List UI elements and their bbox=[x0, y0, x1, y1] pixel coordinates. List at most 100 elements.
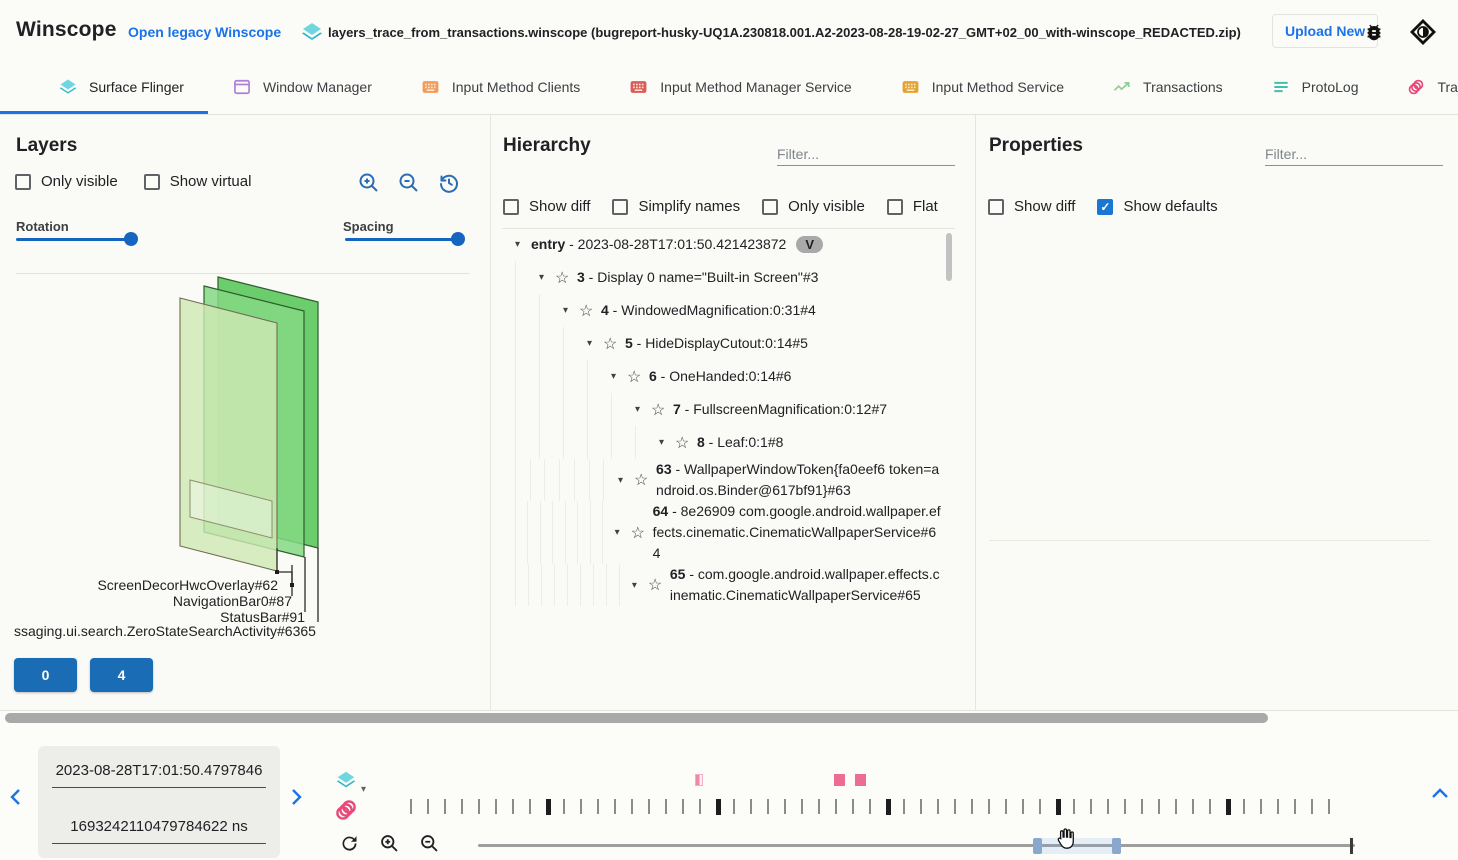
layers-nav-button-4[interactable]: 4 bbox=[90, 658, 153, 692]
tree-row[interactable]: ▾☆3 - Display 0 name="Built-in Screen"#3 bbox=[490, 261, 957, 294]
hierarchy-filter-input[interactable] bbox=[777, 143, 955, 166]
checkbox-show-defaults[interactable]: ✓Show defaults bbox=[1097, 198, 1217, 215]
properties-filter-input[interactable] bbox=[1265, 143, 1443, 166]
rotation-slider[interactable] bbox=[16, 232, 138, 246]
refresh-icon[interactable] bbox=[339, 833, 360, 859]
tree-row[interactable]: ▾entry - 2023-08-28T17:01:50.421423872V bbox=[490, 228, 957, 261]
transition-marker[interactable] bbox=[695, 774, 703, 786]
zoom-in-icon[interactable] bbox=[357, 171, 381, 200]
timeline-zoom-in-icon[interactable] bbox=[379, 833, 400, 859]
indent-guide bbox=[580, 564, 593, 606]
checkbox-show-diff[interactable]: Show diff bbox=[988, 198, 1075, 215]
next-entry-chevron-icon[interactable] bbox=[288, 787, 304, 812]
timeline-bar: 2023-08-28T17:01:50.4797846 169324211047… bbox=[0, 710, 1458, 860]
tree-row[interactable]: ▾☆64 - 8e26909 com.google.android.wallpa… bbox=[490, 501, 957, 564]
pin-star-icon[interactable]: ☆ bbox=[634, 470, 656, 490]
date-time-field[interactable]: 2023-08-28T17:01:50.4797846 bbox=[52, 762, 266, 788]
ruler-tick bbox=[512, 799, 514, 814]
tab-window-manager[interactable]: Window Manager bbox=[208, 62, 396, 114]
collapse-arrow-icon[interactable]: ▾ bbox=[515, 239, 531, 250]
indent-guide bbox=[515, 426, 539, 459]
expand-timeline-chevron-icon[interactable] bbox=[1430, 787, 1450, 806]
tab-input-method-clients[interactable]: Input Method Clients bbox=[396, 62, 604, 114]
pin-star-icon[interactable]: ☆ bbox=[631, 523, 653, 543]
pin-star-icon[interactable]: ☆ bbox=[603, 334, 625, 354]
layer-label[interactable]: ssaging.ui.search.ZeroStateSearchActivit… bbox=[14, 624, 316, 638]
indent-guide bbox=[602, 501, 614, 564]
checkbox-only-visible[interactable]: Only visible bbox=[15, 173, 118, 190]
pin-star-icon[interactable]: ☆ bbox=[648, 575, 670, 595]
collapse-arrow-icon[interactable]: ▾ bbox=[563, 305, 579, 316]
collapse-arrow-icon[interactable]: ▾ bbox=[539, 272, 555, 283]
selection-handle-left[interactable] bbox=[1033, 838, 1042, 854]
pin-star-icon[interactable]: ☆ bbox=[555, 268, 577, 288]
tab-input-method-manager-service[interactable]: Input Method Manager Service bbox=[604, 62, 875, 114]
tree-row[interactable]: ▾☆4 - WindowedMagnification:0:31#4 bbox=[490, 294, 957, 327]
dark-mode-toggle-icon[interactable] bbox=[1410, 19, 1436, 50]
transitions-trace-icon[interactable] bbox=[333, 797, 359, 828]
collapse-arrow-icon[interactable]: ▾ bbox=[611, 371, 627, 382]
ruler-tick bbox=[988, 799, 990, 814]
tree-node-label: 7 - FullscreenMagnification:0:12#7 bbox=[673, 399, 887, 420]
tab-surface-flinger[interactable]: Surface Flinger bbox=[0, 62, 208, 114]
collapse-arrow-icon[interactable]: ▾ bbox=[632, 580, 648, 591]
tree-row[interactable]: ▾☆7 - FullscreenMagnification:0:12#7 bbox=[490, 393, 957, 426]
selection-handle-right[interactable] bbox=[1112, 838, 1121, 854]
ruler-tick bbox=[1294, 799, 1296, 814]
ruler-tick bbox=[682, 799, 684, 814]
collapse-arrow-icon[interactable]: ▾ bbox=[587, 338, 603, 349]
tab-transitions[interactable]: Transitions bbox=[1382, 62, 1458, 114]
surface-flinger-trace-icon[interactable] bbox=[335, 769, 357, 796]
checkbox-simplify-names[interactable]: Simplify names bbox=[612, 198, 740, 215]
checkbox-show-virtual[interactable]: Show virtual bbox=[144, 173, 252, 190]
ruler-tick bbox=[1158, 799, 1160, 814]
checkbox-show-diff[interactable]: Show diff bbox=[503, 198, 590, 215]
indent-guide bbox=[539, 294, 563, 327]
tab-transactions[interactable]: Transactions bbox=[1088, 62, 1247, 114]
collapse-arrow-icon[interactable]: ▾ bbox=[635, 404, 651, 415]
transition-marker[interactable] bbox=[855, 774, 866, 786]
tree-row[interactable]: ▾☆8 - Leaf:0:1#8 bbox=[490, 426, 957, 459]
tree-row[interactable]: ▾☆6 - OneHanded:0:14#6 bbox=[490, 360, 957, 393]
ruler-tick bbox=[1073, 799, 1075, 814]
reset-view-icon[interactable] bbox=[437, 171, 461, 200]
checkbox-only-visible[interactable]: Only visible bbox=[762, 198, 865, 215]
tree-row[interactable]: ▾☆65 - com.google.android.wallpaper.effe… bbox=[490, 564, 957, 606]
layer-label[interactable]: StatusBar#91 bbox=[0, 610, 305, 624]
pin-star-icon[interactable]: ☆ bbox=[675, 433, 697, 453]
collapse-arrow-icon[interactable]: ▾ bbox=[618, 475, 634, 486]
transitions-icon bbox=[1406, 77, 1426, 97]
open-legacy-link[interactable]: Open legacy Winscope bbox=[128, 24, 281, 40]
tree-node-label: 5 - HideDisplayCutout:0:14#5 bbox=[625, 333, 808, 354]
trace-selector-caret-icon[interactable]: ▾ bbox=[361, 784, 366, 795]
horizontal-scrollbar[interactable] bbox=[5, 713, 1268, 723]
tab-input-method-service[interactable]: Input Method Service bbox=[876, 62, 1088, 114]
layer-label[interactable]: ScreenDecorHwcOverlay#62 bbox=[0, 578, 278, 592]
pin-star-icon[interactable]: ☆ bbox=[627, 367, 649, 387]
ns-time-field[interactable]: 1693242110479784622 ns bbox=[52, 818, 266, 844]
collapse-arrow-icon[interactable]: ▾ bbox=[659, 437, 675, 448]
tree-row[interactable]: ▾☆5 - HideDisplayCutout:0:14#5 bbox=[490, 327, 957, 360]
ruler-tick bbox=[648, 799, 650, 814]
indent-guide bbox=[567, 564, 580, 606]
checkbox-flat[interactable]: Flat bbox=[887, 198, 938, 215]
bug-report-icon[interactable] bbox=[1363, 21, 1385, 48]
timeline-zoom-out-icon[interactable] bbox=[419, 833, 440, 859]
hierarchy-scrollbar[interactable] bbox=[946, 233, 952, 281]
tree-row[interactable]: ▾☆63 - WallpaperWindowToken{fa0eef6 toke… bbox=[490, 459, 957, 501]
layer-label[interactable]: NavigationBar0#87 bbox=[0, 594, 292, 608]
timeline-slider-track[interactable] bbox=[478, 844, 1355, 847]
spacing-slider[interactable] bbox=[345, 232, 465, 246]
pin-star-icon[interactable]: ☆ bbox=[651, 400, 673, 420]
layers-nav-button-0[interactable]: 0 bbox=[14, 658, 77, 692]
collapse-arrow-icon[interactable]: ▾ bbox=[615, 527, 631, 538]
ruler-tick bbox=[427, 799, 429, 814]
previous-entry-chevron-icon[interactable] bbox=[8, 787, 24, 812]
zoom-out-icon[interactable] bbox=[397, 171, 421, 200]
pin-star-icon[interactable]: ☆ bbox=[579, 301, 601, 321]
indent-guide bbox=[540, 501, 552, 564]
timeline-ruler[interactable] bbox=[410, 799, 1355, 816]
tab-protolog[interactable]: ProtoLog bbox=[1247, 62, 1383, 114]
transition-marker[interactable] bbox=[834, 774, 845, 786]
properties-checkboxes: Show diff ✓Show defaults bbox=[988, 198, 1218, 215]
